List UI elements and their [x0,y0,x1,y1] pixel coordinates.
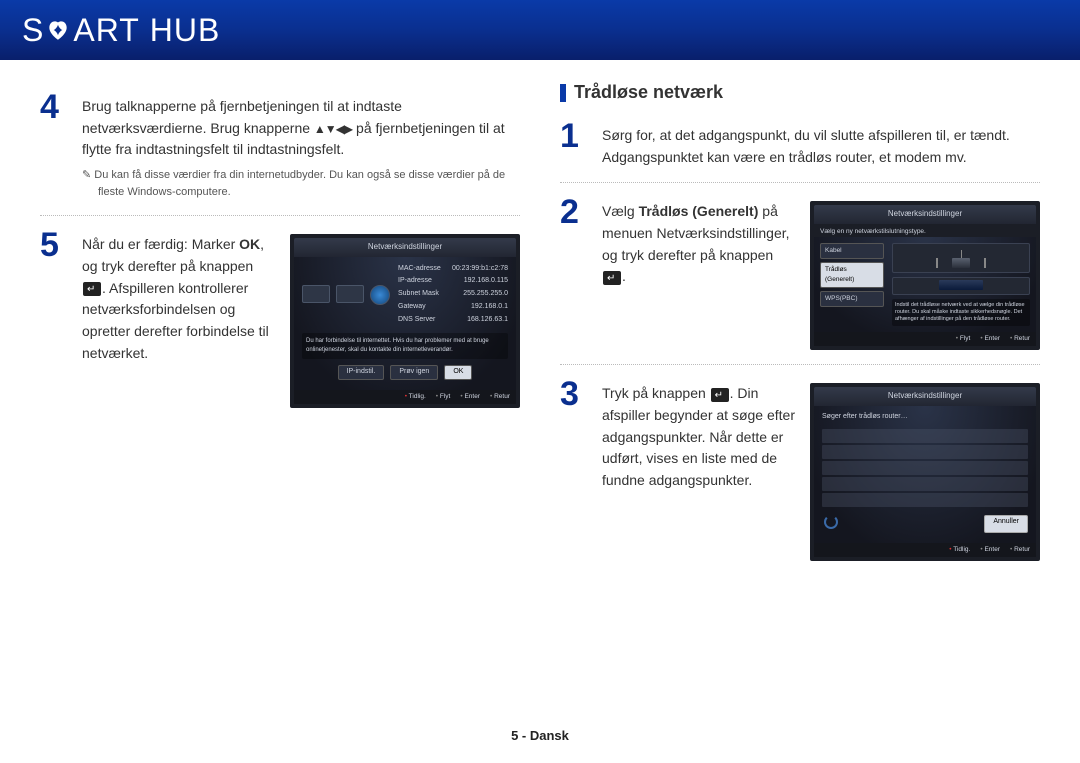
text: Når du er færdig: Marker [82,236,239,252]
enter-icon [603,271,621,285]
nav-hint: Enter [460,392,480,402]
step-text: Når du er færdig: Marker OK, og tryk der… [82,234,276,364]
tv-message: Du har forbindelse til internettet. Hvis… [302,333,508,360]
right-step-3: 3 Tryk på knappen . Din afspiller begynd… [560,365,1040,574]
app-header: S ART HUB [0,0,1080,60]
right-step-1: 1 Sørg for, at det adgangspunkt, du vil … [560,107,1040,183]
player-icon [939,280,983,290]
text: Brug knapperne [210,120,314,136]
right-step-2: 2 Vælg Trådløs (Generelt) på menuen Netv… [560,183,1040,365]
nav-hint: Retur [490,392,510,402]
content-columns: 4 Brug talknapperne på fjernbetjeningen … [0,60,1080,575]
text-bold: Trådløs (Generelt) [639,203,759,219]
cancel-button[interactable]: Annuller [984,515,1028,533]
ip-settings-button[interactable]: IP-indstil. [338,365,385,380]
nav-hint: Enter [980,545,1000,555]
nav-hint: Flyt [436,392,451,402]
logo-s: S [22,12,44,49]
text: Vælg [602,203,639,219]
nav-hint: Flyt [956,334,971,344]
step-text: Sørg for, at det adgangspunkt, du vil sl… [602,125,1040,168]
smart-hub-logo: S ART HUB [22,12,220,49]
right-column: Trådløse netværk 1 Sørg for, at det adga… [560,78,1040,575]
step-text: Tryk på knappen . Din afspiller begynder… [602,383,796,491]
step-text: Brug talknapperne på fjernbetjeningen ti… [82,96,520,201]
option-wps[interactable]: WPS(PBC) [820,291,884,307]
illustration [892,277,1030,295]
router-icon [302,285,330,303]
option-cable[interactable]: Kabel [820,243,884,259]
enter-icon [711,388,729,402]
step-text: Vælg Trådløs (Generelt) på menuen Netvær… [602,201,796,288]
list-item [822,429,1028,443]
tv-screenshot-3: Netværksindstillinger Søger efter trådlø… [810,383,1040,560]
option-wireless[interactable]: Trådløs (Generelt) [820,262,884,288]
list-item [822,461,1028,475]
list-item [822,445,1028,459]
nav-hint: Tidlig. [949,545,970,555]
logo-heart-icon [45,17,71,43]
router-icon [952,258,970,268]
text: . Afspilleren kontrollerer netværksforbi… [82,280,269,361]
tv-title: Netværksindstillinger [294,238,516,256]
left-step-4: 4 Brug talknapperne på fjernbetjeningen … [40,78,520,216]
step-number: 4 [40,90,68,124]
enter-icon [83,282,101,296]
wifi-icon [936,258,938,268]
arrow-keys-icon: ▲▼◀▶ [314,120,352,139]
list-item [822,477,1028,491]
illustration [892,243,1030,273]
left-column: 4 Brug talknapperne på fjernbetjeningen … [40,78,520,575]
tv-screenshot-2: Netværksindstillinger Vælg en ny netværk… [810,201,1040,350]
nav-hint: Tidlig. [405,392,426,402]
nav-hint: Enter [980,334,1000,344]
left-step-5: 5 Når du er færdig: Marker OK, og tryk d… [40,216,520,422]
section-title: Trådløse netværk [560,78,1040,103]
step-number: 2 [560,195,588,229]
text-bold: OK [239,236,260,252]
page-footer: 5 - Dansk [0,728,1080,743]
step-number: 5 [40,228,68,262]
modem-icon [336,285,364,303]
tv-subtitle: Vælg en ny netværkstilslutningstype. [814,224,1036,237]
tv-title: Netværksindstillinger [814,205,1036,223]
network-info-table: MAC-adresse00:23:99:b1:c2:78 IP-adresse1… [398,263,508,327]
logo-art: ART [73,12,139,49]
nav-hint: Retur [1010,334,1030,344]
list-item [822,493,1028,507]
note: Du kan få disse værdier fra din internet… [82,167,520,201]
router-list [822,429,1028,507]
tv-title: Netværksindstillinger [814,387,1036,405]
globe-icon [370,285,390,305]
text: Tryk på knappen [602,385,710,401]
spinner-icon [824,515,838,529]
tv-message: Søger efter trådløs router… [822,412,1028,423]
nav-hint: Retur [1010,545,1030,555]
text: . [622,268,626,284]
step-number: 3 [560,377,588,411]
logo-hub: HUB [150,12,221,49]
ok-button[interactable]: OK [444,365,472,380]
tv-screenshot-1: Netværksindstillinger MAC-adresse00:23:9… [290,234,520,408]
tv-description: Indstil det trådløse netværk ved at vælg… [892,299,1030,326]
step-number: 1 [560,119,588,153]
retry-button[interactable]: Prøv igen [390,365,438,380]
wifi-icon [984,258,986,268]
